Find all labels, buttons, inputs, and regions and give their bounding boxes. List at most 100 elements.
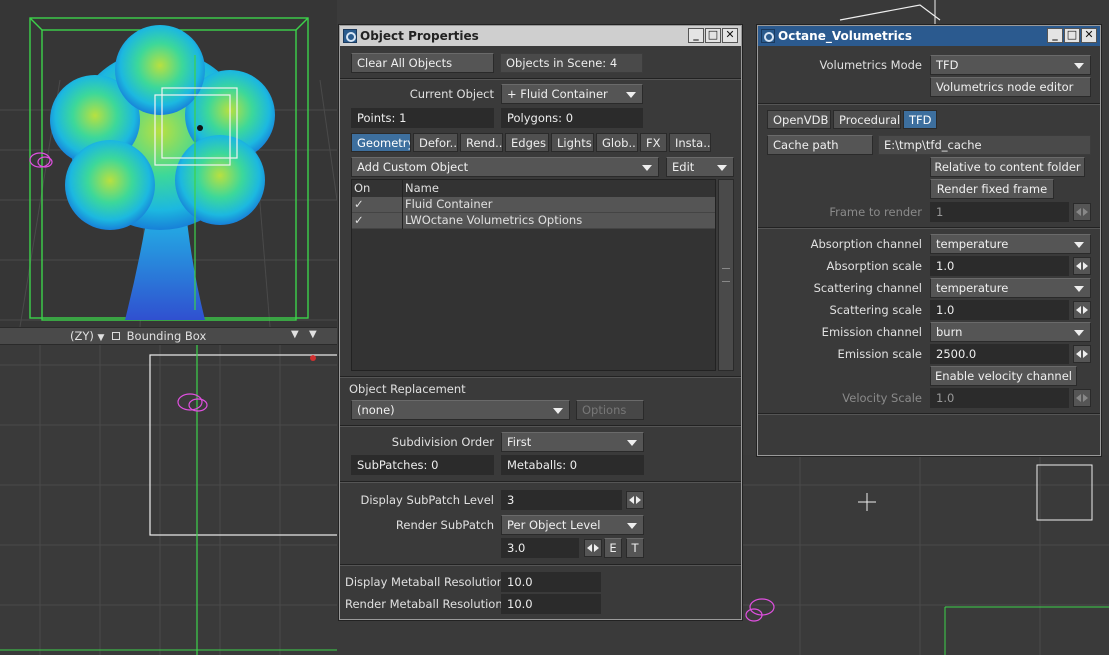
objects-in-scene-display: Objects in Scene: 4 xyxy=(500,53,643,73)
check-icon[interactable]: ✓ xyxy=(354,197,364,212)
scattering-channel-dropdown[interactable]: temperature xyxy=(930,278,1091,298)
tab-procedural[interactable]: Procedural xyxy=(833,110,901,129)
divider xyxy=(758,227,1100,229)
divider xyxy=(340,481,741,483)
tab-edges[interactable]: Edges xyxy=(505,133,549,152)
absorption-channel-label: Absorption channel xyxy=(810,237,922,251)
shading-mode-selector[interactable]: Bounding Box xyxy=(112,329,206,343)
clear-all-objects-button[interactable]: Clear All Objects xyxy=(351,53,494,73)
scattering-scale-spinner[interactable] xyxy=(1073,301,1091,319)
close-button[interactable]: ✕ xyxy=(722,28,738,43)
current-object-value: Fluid Container xyxy=(520,87,608,101)
chevron-down-icon: ▼ xyxy=(97,333,105,343)
current-object-label: Current Object xyxy=(409,87,494,101)
display-metaball-resolution-field[interactable]: 10.0 xyxy=(501,572,601,592)
render-subpatch-label: Render SubPatch xyxy=(395,518,494,532)
current-object-dropdown[interactable]: + Fluid Container xyxy=(501,84,643,104)
object-replacement-dropdown[interactable]: (none) xyxy=(351,400,570,420)
plus-icon: + xyxy=(507,87,521,101)
emission-scale-field[interactable]: 2500.0 xyxy=(930,344,1069,364)
bottom-middle-viewport[interactable] xyxy=(337,620,740,655)
scattering-scale-field[interactable]: 1.0 xyxy=(930,300,1069,320)
texture-button[interactable]: T xyxy=(626,538,644,558)
bottom-right-scene xyxy=(740,455,1109,655)
render-metaball-resolution-field[interactable]: 10.0 xyxy=(501,594,601,614)
render-subpatch-dropdown[interactable]: Per Object Level xyxy=(501,515,644,535)
window-title: Object Properties xyxy=(360,29,479,43)
maximize-button[interactable]: □ xyxy=(1064,28,1080,43)
add-custom-object-dropdown[interactable]: Add Custom Object xyxy=(351,157,659,177)
view-label[interactable]: (ZY) ▼ xyxy=(70,329,104,343)
subpatches-display: SubPatches: 0 xyxy=(351,455,494,475)
polygons-display: Polygons: 0 xyxy=(501,108,643,128)
viewport-toolbar: (ZY) ▼ Bounding Box ▼ ▼ xyxy=(0,327,337,345)
edit-dropdown[interactable]: Edit xyxy=(666,157,734,177)
properties-tabs: Geometry Defor... Rend... Edges Lights G… xyxy=(351,133,711,152)
check-icon[interactable]: ✓ xyxy=(354,213,364,228)
velocity-scale-field[interactable]: 1.0 xyxy=(930,388,1069,408)
emission-scale-spinner[interactable] xyxy=(1073,345,1091,363)
absorption-scale-label: Absorption scale xyxy=(826,259,922,273)
maximize-button[interactable]: □ xyxy=(705,28,721,43)
tab-instancing[interactable]: Insta... xyxy=(669,133,711,152)
velocity-scale-spinner[interactable] xyxy=(1073,389,1091,407)
tab-render[interactable]: Rend... xyxy=(460,133,503,152)
object-properties-window: Object Properties _ □ ✕ Clear All Object… xyxy=(339,25,742,620)
display-metaball-resolution-label: Display Metaball Resolution xyxy=(345,575,505,589)
emission-channel-label: Emission channel xyxy=(821,325,922,339)
column-on[interactable]: On xyxy=(354,181,370,195)
absorption-scale-field[interactable]: 1.0 xyxy=(930,256,1069,276)
volumetrics-mode-label: Volumetrics Mode xyxy=(819,58,922,72)
envelope-button[interactable]: E xyxy=(604,538,622,558)
custom-object-list: On Name ✓ Fluid Container ✓ LWOctane Vol… xyxy=(351,179,716,371)
shading-mode-text: Bounding Box xyxy=(126,329,207,343)
tab-fx[interactable]: FX xyxy=(640,133,667,152)
list-item[interactable]: ✓ Fluid Container xyxy=(352,197,715,213)
subdivision-order-label: Subdivision Order xyxy=(391,435,494,449)
frame-to-render-spinner[interactable] xyxy=(1073,203,1091,221)
subdivision-order-dropdown[interactable]: First xyxy=(501,432,644,452)
frame-to-render-field[interactable]: 1 xyxy=(930,202,1069,222)
octane-volumetrics-window: Octane_Volumetrics _ □ ✕ Volumetrics Mod… xyxy=(757,25,1101,456)
octane-titlebar[interactable]: Octane_Volumetrics _ □ ✕ xyxy=(758,26,1100,46)
render-subpatch-spinner[interactable] xyxy=(584,539,602,557)
render-subpatch-value-field[interactable]: 3.0 xyxy=(501,538,579,558)
minimize-button[interactable]: _ xyxy=(688,28,704,43)
emission-channel-dropdown[interactable]: burn xyxy=(930,322,1091,342)
absorption-channel-dropdown[interactable]: temperature xyxy=(930,234,1091,254)
render-fixed-frame-button[interactable]: Render fixed frame xyxy=(930,179,1054,199)
minimize-button[interactable]: _ xyxy=(1047,28,1063,43)
volumetrics-mode-dropdown[interactable]: TFD xyxy=(930,55,1091,75)
volumetrics-node-editor-button[interactable]: Volumetrics node editor xyxy=(930,77,1091,97)
chevron-down-icon[interactable]: ▼ xyxy=(309,329,317,340)
object-properties-titlebar[interactable]: Object Properties _ □ ✕ xyxy=(340,26,741,46)
scroll-grip[interactable] xyxy=(722,268,730,282)
display-subpatch-spinner[interactable] xyxy=(626,491,644,509)
perspective-viewport[interactable] xyxy=(0,0,337,327)
list-item[interactable]: ✓ LWOctane Volumetrics Options xyxy=(352,213,715,229)
divider xyxy=(340,376,741,378)
cache-path-field[interactable]: E:\tmp\tfd_cache xyxy=(878,135,1091,155)
tab-global[interactable]: Glob... xyxy=(596,133,638,152)
tab-lights[interactable]: Lights xyxy=(551,133,594,152)
list-scrollbar[interactable] xyxy=(718,179,734,371)
absorption-scale-spinner[interactable] xyxy=(1073,257,1091,275)
display-subpatch-level-field[interactable]: 3 xyxy=(501,490,622,510)
tab-deformations[interactable]: Defor... xyxy=(413,133,458,152)
tab-openvdb[interactable]: OpenVDB xyxy=(767,110,831,129)
relative-to-content-folder-button[interactable]: Relative to content folder xyxy=(930,157,1085,177)
side-viewport[interactable] xyxy=(0,345,337,655)
tab-tfd[interactable]: TFD xyxy=(903,110,937,129)
cache-path-button[interactable]: Cache path xyxy=(767,135,873,155)
close-button[interactable]: ✕ xyxy=(1081,28,1097,43)
item-name: Fluid Container xyxy=(405,197,493,211)
enable-velocity-channel-button[interactable]: Enable velocity channel xyxy=(930,366,1077,386)
column-name[interactable]: Name xyxy=(405,181,439,195)
metaballs-display: Metaballs: 0 xyxy=(501,455,644,475)
options-button[interactable]: Options xyxy=(576,400,644,420)
column-divider xyxy=(402,180,403,229)
tab-geometry[interactable]: Geometry xyxy=(351,133,411,152)
bottom-right-viewport[interactable] xyxy=(740,455,1109,655)
chevron-down-icon[interactable]: ▼ xyxy=(291,329,299,340)
app-icon xyxy=(343,29,357,43)
